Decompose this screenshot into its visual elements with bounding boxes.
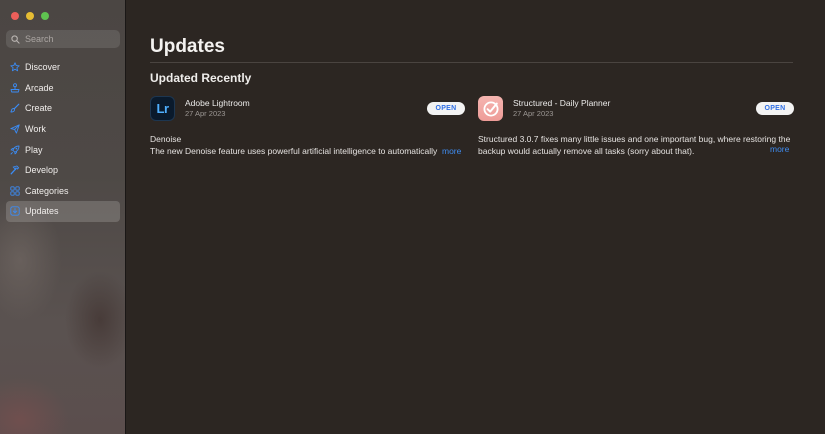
rocket-icon xyxy=(10,145,20,155)
app-update-date: 27 Apr 2023 xyxy=(185,109,226,118)
release-notes-title: Denoise xyxy=(150,134,182,144)
page-title: Updates xyxy=(150,36,225,57)
sidebar-item-label: Discover xyxy=(25,62,61,73)
brush-icon xyxy=(10,104,20,113)
main-content: Updates Updated Recently Lr Adobe Lightr… xyxy=(126,0,825,434)
sidebar-item-updates[interactable]: Updates xyxy=(6,201,120,222)
search-input[interactable] xyxy=(25,34,115,44)
structured-app-icon[interactable] xyxy=(478,96,503,121)
sidebar-nav: Discover Arcade Create Work Play Develop… xyxy=(6,57,120,222)
hammer-icon xyxy=(10,165,20,175)
more-link[interactable]: more xyxy=(770,144,789,154)
app-store-window: Discover Arcade Create xyxy=(0,0,825,434)
sidebar-item-label: Develop xyxy=(25,165,59,176)
release-notes-body: The new Denoise feature uses powerful ar… xyxy=(150,145,438,156)
grid-icon xyxy=(10,186,20,196)
paper-plane-icon xyxy=(10,124,20,134)
sidebar-item-label: Create xyxy=(25,103,53,114)
sidebar-item-label: Work xyxy=(25,124,46,135)
sidebar-item-work[interactable]: Work xyxy=(6,119,120,140)
sidebar-item-label: Updates xyxy=(25,206,59,217)
release-notes-body: Structured 3.0.7 fixes many little issue… xyxy=(478,134,791,156)
search-field[interactable] xyxy=(6,30,120,48)
app-name[interactable]: Adobe Lightroom xyxy=(185,98,250,108)
sidebar-item-label: Play xyxy=(25,144,43,155)
sidebar: Discover Arcade Create xyxy=(0,0,126,434)
sidebar-item-discover[interactable]: Discover xyxy=(6,57,120,78)
star-icon xyxy=(10,62,20,72)
sidebar-item-play[interactable]: Play xyxy=(6,139,120,160)
sidebar-item-arcade[interactable]: Arcade xyxy=(6,78,120,99)
sidebar-item-develop[interactable]: Develop xyxy=(6,160,120,181)
lightroom-app-icon[interactable]: Lr xyxy=(150,96,175,121)
lightroom-icon-text: Lr xyxy=(156,101,170,116)
window-controls xyxy=(11,12,49,20)
download-icon xyxy=(10,206,20,217)
app-update-date: 27 Apr 2023 xyxy=(513,109,554,118)
open-button[interactable]: OPEN xyxy=(427,101,465,115)
app-name[interactable]: Structured - Daily Planner xyxy=(513,98,610,108)
checkmark-circle-icon xyxy=(483,101,498,116)
divider xyxy=(150,62,793,63)
more-link[interactable]: more xyxy=(442,146,461,156)
sidebar-item-categories[interactable]: Categories xyxy=(6,181,120,202)
sidebar-item-label: Categories xyxy=(25,185,69,196)
sidebar-item-label: Arcade xyxy=(25,82,54,93)
close-window-button[interactable] xyxy=(11,12,19,20)
release-notes: Denoise The new Denoise feature uses pow… xyxy=(150,134,465,157)
zoom-window-button[interactable] xyxy=(41,12,49,20)
release-notes: Structured 3.0.7 fixes many little issue… xyxy=(478,134,793,157)
open-button[interactable]: OPEN xyxy=(756,101,794,115)
sidebar-item-create[interactable]: Create xyxy=(6,98,120,119)
joystick-icon xyxy=(10,83,20,93)
section-title: Updated Recently xyxy=(150,71,252,85)
minimize-window-button[interactable] xyxy=(26,12,34,20)
search-icon xyxy=(11,34,20,44)
